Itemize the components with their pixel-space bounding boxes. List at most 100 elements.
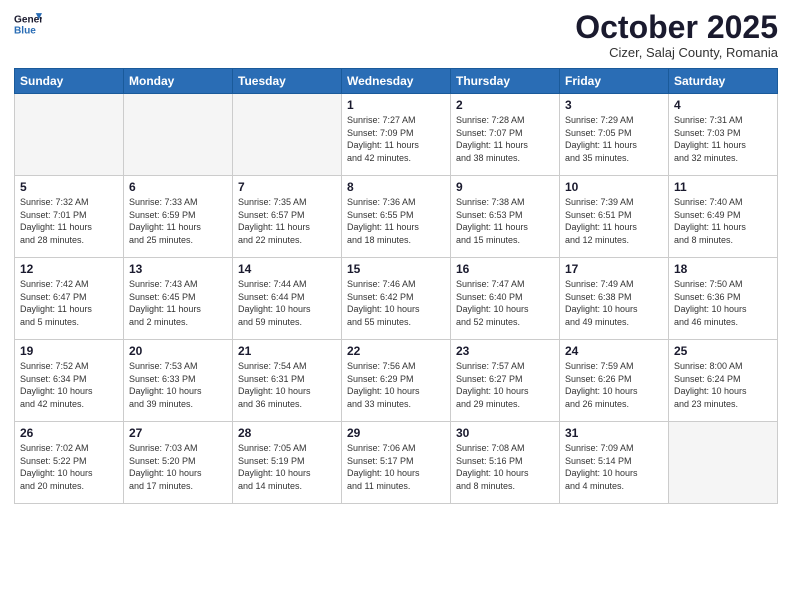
day-number: 30 (456, 426, 554, 440)
calendar-cell: 4 Sunrise: 7:31 AM Sunset: 7:03 PM Daylig… (669, 94, 778, 176)
day-number: 23 (456, 344, 554, 358)
day-info: Sunrise: 8:00 AM Sunset: 6:24 PM Dayligh… (674, 360, 772, 410)
day-info: Sunrise: 7:54 AM Sunset: 6:31 PM Dayligh… (238, 360, 336, 410)
day-info: Sunrise: 7:31 AM Sunset: 7:03 PM Dayligh… (674, 114, 772, 164)
day-info: Sunrise: 7:52 AM Sunset: 6:34 PM Dayligh… (20, 360, 118, 410)
day-info: Sunrise: 7:39 AM Sunset: 6:51 PM Dayligh… (565, 196, 663, 246)
calendar-cell: 13Sunrise: 7:43 AM Sunset: 6:45 PM Dayli… (124, 258, 233, 340)
day-number: 29 (347, 426, 445, 440)
logo-icon: General Blue (14, 10, 42, 38)
day-info: Sunrise: 7:50 AM Sunset: 6:36 PM Dayligh… (674, 278, 772, 328)
calendar-header-row: SundayMondayTuesdayWednesdayThursdayFrid… (15, 69, 778, 94)
day-info: Sunrise: 7:38 AM Sunset: 6:53 PM Dayligh… (456, 196, 554, 246)
day-info: Sunrise: 7:29 AM Sunset: 7:05 PM Dayligh… (565, 114, 663, 164)
day-info: Sunrise: 7:27 AM Sunset: 7:09 PM Dayligh… (347, 114, 445, 164)
day-number: 18 (674, 262, 772, 276)
calendar-week-row: 19 Sunrise: 7:52 AM Sunset: 6:34 PM Dayli… (15, 340, 778, 422)
calendar-cell: 11 Sunrise: 7:40 AM Sunset: 6:49 PM Dayli… (669, 176, 778, 258)
calendar-cell: 1 Sunrise: 7:27 AM Sunset: 7:09 PM Daylig… (342, 94, 451, 176)
calendar-cell: 14 Sunrise: 7:44 AM Sunset: 6:44 PM Dayli… (233, 258, 342, 340)
day-info: Sunrise: 7:09 AM Sunset: 5:14 PM Dayligh… (565, 442, 663, 492)
calendar-cell (233, 94, 342, 176)
day-number: 11 (674, 180, 772, 194)
day-info: Sunrise: 7:53 AM Sunset: 6:33 PM Dayligh… (129, 360, 227, 410)
weekday-header: Sunday (15, 69, 124, 94)
calendar-cell: 31Sunrise: 7:09 AM Sunset: 5:14 PM Dayli… (560, 422, 669, 504)
day-info: Sunrise: 7:47 AM Sunset: 6:40 PM Dayligh… (456, 278, 554, 328)
calendar-cell: 20 Sunrise: 7:53 AM Sunset: 6:33 PM Dayli… (124, 340, 233, 422)
day-info: Sunrise: 7:56 AM Sunset: 6:29 PM Dayligh… (347, 360, 445, 410)
weekday-header: Thursday (451, 69, 560, 94)
day-number: 6 (129, 180, 227, 194)
day-number: 17 (565, 262, 663, 276)
calendar-cell: 7Sunrise: 7:35 AM Sunset: 6:57 PM Daylig… (233, 176, 342, 258)
calendar-cell: 29Sunrise: 7:06 AM Sunset: 5:17 PM Dayli… (342, 422, 451, 504)
calendar-cell: 12 Sunrise: 7:42 AM Sunset: 6:47 PM Dayli… (15, 258, 124, 340)
day-info: Sunrise: 7:36 AM Sunset: 6:55 PM Dayligh… (347, 196, 445, 246)
calendar-cell: 3 Sunrise: 7:29 AM Sunset: 7:05 PM Daylig… (560, 94, 669, 176)
day-number: 15 (347, 262, 445, 276)
calendar-cell: 26 Sunrise: 7:02 AM Sunset: 5:22 PM Dayli… (15, 422, 124, 504)
calendar-week-row: 5 Sunrise: 7:32 AM Sunset: 7:01 PM Daylig… (15, 176, 778, 258)
day-number: 1 (347, 98, 445, 112)
calendar-cell: 6Sunrise: 7:33 AM Sunset: 6:59 PM Daylig… (124, 176, 233, 258)
month-title: October 2025 (575, 10, 778, 45)
day-info: Sunrise: 7:40 AM Sunset: 6:49 PM Dayligh… (674, 196, 772, 246)
calendar-cell: 30 Sunrise: 7:08 AM Sunset: 5:16 PM Dayli… (451, 422, 560, 504)
day-number: 24 (565, 344, 663, 358)
day-info: Sunrise: 7:59 AM Sunset: 6:26 PM Dayligh… (565, 360, 663, 410)
day-number: 8 (347, 180, 445, 194)
day-number: 5 (20, 180, 118, 194)
day-number: 12 (20, 262, 118, 276)
calendar-cell: 8 Sunrise: 7:36 AM Sunset: 6:55 PM Daylig… (342, 176, 451, 258)
day-number: 3 (565, 98, 663, 112)
day-info: Sunrise: 7:49 AM Sunset: 6:38 PM Dayligh… (565, 278, 663, 328)
calendar-cell: 18 Sunrise: 7:50 AM Sunset: 6:36 PM Dayli… (669, 258, 778, 340)
day-info: Sunrise: 7:42 AM Sunset: 6:47 PM Dayligh… (20, 278, 118, 328)
day-number: 13 (129, 262, 227, 276)
weekday-header: Saturday (669, 69, 778, 94)
calendar-cell: 21 Sunrise: 7:54 AM Sunset: 6:31 PM Dayli… (233, 340, 342, 422)
weekday-header: Tuesday (233, 69, 342, 94)
header: General Blue October 2025 Cizer, Salaj C… (14, 10, 778, 60)
page: General Blue October 2025 Cizer, Salaj C… (0, 0, 792, 612)
title-block: October 2025 Cizer, Salaj County, Romani… (575, 10, 778, 60)
day-info: Sunrise: 7:46 AM Sunset: 6:42 PM Dayligh… (347, 278, 445, 328)
day-number: 20 (129, 344, 227, 358)
calendar-cell: 15 Sunrise: 7:46 AM Sunset: 6:42 PM Dayli… (342, 258, 451, 340)
day-info: Sunrise: 7:05 AM Sunset: 5:19 PM Dayligh… (238, 442, 336, 492)
calendar-cell: 22 Sunrise: 7:56 AM Sunset: 6:29 PM Dayli… (342, 340, 451, 422)
day-number: 21 (238, 344, 336, 358)
calendar-cell: 10Sunrise: 7:39 AM Sunset: 6:51 PM Dayli… (560, 176, 669, 258)
svg-text:Blue: Blue (14, 25, 36, 36)
day-number: 19 (20, 344, 118, 358)
calendar-cell: 23Sunrise: 7:57 AM Sunset: 6:27 PM Dayli… (451, 340, 560, 422)
weekday-header: Wednesday (342, 69, 451, 94)
day-number: 22 (347, 344, 445, 358)
day-info: Sunrise: 7:32 AM Sunset: 7:01 PM Dayligh… (20, 196, 118, 246)
weekday-header: Friday (560, 69, 669, 94)
calendar-table: SundayMondayTuesdayWednesdayThursdayFrid… (14, 68, 778, 504)
day-number: 28 (238, 426, 336, 440)
calendar-cell: 17 Sunrise: 7:49 AM Sunset: 6:38 PM Dayli… (560, 258, 669, 340)
day-info: Sunrise: 7:44 AM Sunset: 6:44 PM Dayligh… (238, 278, 336, 328)
day-number: 7 (238, 180, 336, 194)
day-info: Sunrise: 7:28 AM Sunset: 7:07 PM Dayligh… (456, 114, 554, 164)
day-number: 25 (674, 344, 772, 358)
day-number: 9 (456, 180, 554, 194)
day-number: 2 (456, 98, 554, 112)
day-number: 14 (238, 262, 336, 276)
calendar-cell: 19 Sunrise: 7:52 AM Sunset: 6:34 PM Dayli… (15, 340, 124, 422)
calendar-cell (124, 94, 233, 176)
location: Cizer, Salaj County, Romania (575, 45, 778, 60)
day-info: Sunrise: 7:08 AM Sunset: 5:16 PM Dayligh… (456, 442, 554, 492)
logo: General Blue (14, 10, 42, 38)
calendar-week-row: 1 Sunrise: 7:27 AM Sunset: 7:09 PM Daylig… (15, 94, 778, 176)
day-number: 26 (20, 426, 118, 440)
calendar-cell: 24 Sunrise: 7:59 AM Sunset: 6:26 PM Dayli… (560, 340, 669, 422)
calendar-cell (669, 422, 778, 504)
day-number: 4 (674, 98, 772, 112)
day-info: Sunrise: 7:02 AM Sunset: 5:22 PM Dayligh… (20, 442, 118, 492)
calendar-week-row: 12 Sunrise: 7:42 AM Sunset: 6:47 PM Dayli… (15, 258, 778, 340)
day-info: Sunrise: 7:03 AM Sunset: 5:20 PM Dayligh… (129, 442, 227, 492)
